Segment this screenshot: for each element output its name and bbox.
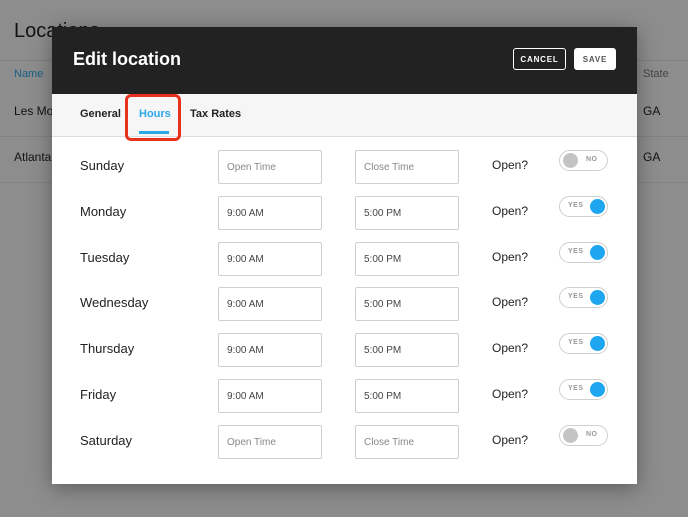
close-time-input[interactable]: Close Time	[355, 150, 459, 184]
tab-tax-rates[interactable]: Tax Rates	[190, 108, 241, 120]
open-toggle[interactable]: YES	[559, 196, 608, 217]
open-label: Open?	[492, 250, 529, 264]
open-time-input[interactable]: Open Time	[218, 150, 322, 184]
toggle-label: YES	[568, 293, 584, 300]
day-name: Saturday	[80, 433, 133, 448]
open-time-input[interactable]: 9:00 AM	[218, 287, 322, 321]
modal-header: Edit location CANCEL SAVE	[52, 27, 637, 94]
open-toggle[interactable]: NO	[559, 425, 608, 446]
toggle-label: NO	[586, 431, 598, 438]
open-label: Open?	[492, 341, 529, 355]
tab-bar: General Hours Tax Rates	[52, 94, 637, 141]
day-row: Saturday Open Time Close Time Open? NO	[52, 425, 637, 471]
toggle-label: YES	[568, 385, 584, 392]
close-time-input[interactable]: 5:00 PM	[355, 196, 459, 230]
open-label: Open?	[492, 158, 529, 172]
toggle-label: YES	[568, 248, 584, 255]
day-name: Tuesday	[80, 250, 130, 265]
cancel-button[interactable]: CANCEL	[513, 48, 566, 70]
tab-general[interactable]: General	[80, 108, 121, 120]
modal-title: Edit location	[73, 49, 181, 69]
close-time-input[interactable]: 5:00 PM	[355, 287, 459, 321]
day-row: Sunday Open Time Close Time Open? NO	[52, 150, 637, 196]
close-time-input[interactable]: 5:00 PM	[355, 333, 459, 367]
toggle-knob	[563, 428, 578, 443]
highlight-annotation	[125, 94, 181, 141]
save-button[interactable]: SAVE	[574, 48, 616, 70]
day-name: Monday	[80, 204, 127, 219]
toggle-label: YES	[568, 202, 584, 209]
open-time-input[interactable]: 9:00 AM	[218, 379, 322, 413]
toggle-knob	[590, 336, 605, 351]
open-label: Open?	[492, 433, 529, 447]
toggle-knob	[590, 245, 605, 260]
open-time-input[interactable]: 9:00 AM	[218, 196, 322, 230]
open-toggle[interactable]: NO	[559, 150, 608, 171]
toggle-knob	[590, 199, 605, 214]
day-name: Sunday	[80, 158, 125, 173]
toggle-label: NO	[586, 156, 598, 163]
open-label: Open?	[492, 204, 529, 218]
toggle-knob	[563, 153, 578, 168]
day-name: Friday	[80, 387, 117, 402]
close-time-input[interactable]: 5:00 PM	[355, 242, 459, 276]
day-row: Wednesday 9:00 AM 5:00 PM Open? YES	[52, 287, 637, 333]
toggle-knob	[590, 382, 605, 397]
open-toggle[interactable]: YES	[559, 333, 608, 354]
open-time-input[interactable]: 9:00 AM	[218, 333, 322, 367]
day-row: Thursday 9:00 AM 5:00 PM Open? YES	[52, 333, 637, 379]
edit-location-modal: Edit location CANCEL SAVE General Hours …	[52, 27, 637, 484]
open-time-input[interactable]: Open Time	[218, 425, 322, 459]
open-time-input[interactable]: 9:00 AM	[218, 242, 322, 276]
toggle-label: YES	[568, 339, 584, 346]
day-row: Friday 9:00 AM 5:00 PM Open? YES	[52, 379, 637, 425]
open-label: Open?	[492, 295, 529, 309]
day-name: Thursday	[80, 341, 135, 356]
day-row: Tuesday 9:00 AM 5:00 PM Open? YES	[52, 242, 637, 288]
open-toggle[interactable]: YES	[559, 242, 608, 263]
day-row: Monday 9:00 AM 5:00 PM Open? YES	[52, 196, 637, 242]
open-toggle[interactable]: YES	[559, 287, 608, 308]
day-name: Wednesday	[80, 295, 149, 310]
open-label: Open?	[492, 387, 529, 401]
open-toggle[interactable]: YES	[559, 379, 608, 400]
close-time-input[interactable]: Close Time	[355, 425, 459, 459]
close-time-input[interactable]: 5:00 PM	[355, 379, 459, 413]
toggle-knob	[590, 290, 605, 305]
